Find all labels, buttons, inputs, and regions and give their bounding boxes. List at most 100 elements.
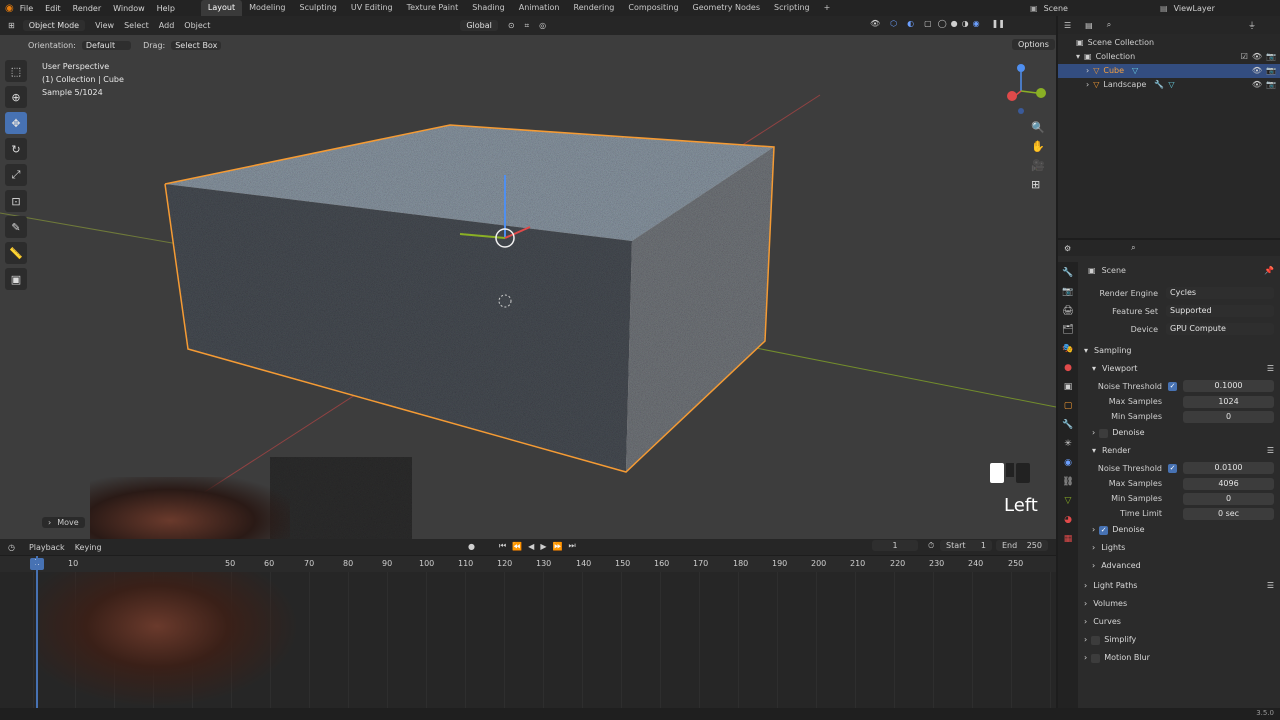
drag-dropdown[interactable]: Select Box [171,40,222,50]
viewport-noise-checkbox[interactable]: ✓ [1168,381,1177,391]
editor-type-icon[interactable]: ⊞ [8,21,15,30]
nav-y-axis-icon[interactable] [1036,88,1046,98]
data-tab-icon[interactable]: ▽ [1065,496,1072,506]
play-reverse-icon[interactable]: ◀ [528,542,534,551]
object-tab-icon[interactable]: ▢ [1064,401,1073,411]
scene-tab-icon[interactable]: 🎭 [1062,344,1073,354]
menu-select[interactable]: Select [124,21,149,30]
output-tab-icon[interactable]: 🖨 [1062,306,1073,316]
menu-file[interactable]: File [20,4,33,13]
simplify-panel[interactable]: › Simplify [1084,631,1274,649]
render-noise-checkbox[interactable]: ✓ [1168,463,1177,473]
menu-object[interactable]: Object [184,21,210,30]
zoom-icon[interactable]: 🔍 [1031,121,1045,134]
camera-view-icon[interactable]: 🎥 [1031,159,1045,172]
render-tab-icon[interactable]: 📷 [1062,287,1073,297]
particles-tab-icon[interactable]: ✳ [1064,439,1072,449]
tab-animation[interactable]: Animation [512,0,567,16]
jump-end-icon[interactable]: ⏭ [568,541,575,551]
search-icon[interactable]: ⌕ [1131,243,1135,253]
list-icon[interactable]: ☰ [1267,442,1274,460]
tab-shading[interactable]: Shading [465,0,512,16]
wireframe-shading-icon[interactable]: ◯ [938,19,947,28]
annotate-tool-icon[interactable]: ✎ [5,216,27,238]
orientation-dropdown[interactable]: Default [81,40,132,50]
advanced-subpanel[interactable]: › Advanced [1084,557,1274,575]
pan-hand-icon[interactable]: ✋ [1031,140,1045,153]
start-frame-field[interactable]: Start 1 [940,540,992,551]
render-denoise-checkbox[interactable]: ✓ [1099,525,1109,535]
checkbox-icon[interactable]: ☑ [1241,50,1248,64]
end-frame-field[interactable]: End 250 [996,540,1048,551]
chevron-right-icon[interactable]: › [1086,64,1089,78]
eye-icon[interactable]: 👁 [1252,64,1262,78]
options-dropdown[interactable]: Options [1012,39,1055,50]
add-workspace-button[interactable]: + [817,0,838,16]
measure-tool-icon[interactable]: 📏 [5,242,27,264]
menu-help[interactable]: Help [157,4,175,13]
xray-icon[interactable]: ▢ [924,19,932,28]
render-denoise-header[interactable]: › ✓ Denoise [1084,521,1274,539]
next-keyframe-icon[interactable]: ⏩ [552,542,562,551]
nav-neg-z-icon[interactable] [1018,108,1024,114]
perspective-grid-icon[interactable]: ⊞ [1031,178,1045,191]
tab-geometry-nodes[interactable]: Geometry Nodes [686,0,767,16]
chevron-right-icon[interactable]: › [1086,78,1089,92]
render-engine-dropdown[interactable]: Cycles [1166,287,1274,299]
menu-add[interactable]: Add [159,21,175,30]
motion-blur-panel[interactable]: › Motion Blur [1084,649,1274,667]
visibility-icon[interactable]: 👁 [870,19,880,28]
select-box-tool-icon[interactable]: ⬚ [5,60,27,82]
camera-icon[interactable]: 📷 [1266,78,1276,92]
scale-tool-icon[interactable]: ⤢ [5,164,27,186]
material-shading-icon[interactable]: ◑ [962,19,969,28]
timeline-editor-icon[interactable]: ◷ [8,543,15,552]
prev-keyframe-icon[interactable]: ⏪ [512,542,522,551]
view-layer-selector[interactable]: ▤ ViewLayer [1160,0,1215,16]
tab-uv-editing[interactable]: UV Editing [344,0,400,16]
world-tab-icon[interactable]: ● [1064,363,1072,373]
nav-x-axis-icon[interactable] [1007,91,1017,101]
pin-icon[interactable]: 📌 [1264,266,1274,275]
record-icon[interactable]: ● [468,542,475,551]
simplify-checkbox[interactable] [1091,635,1101,645]
filter-icon[interactable]: ⏚ [1248,20,1256,31]
viewport-max-field[interactable]: 1024 [1183,395,1274,408]
add-cube-tool-icon[interactable]: ▣ [5,268,27,290]
menu-edit[interactable]: Edit [45,4,61,13]
view-layer-tab-icon[interactable]: 🗂 [1062,325,1073,335]
menu-window[interactable]: Window [113,4,145,13]
collection-row[interactable]: ▾ ▣ Collection ☑ 👁 📷 [1058,50,1280,64]
tool-tab-icon[interactable]: 🔧 [1062,268,1073,278]
viewport-min-field[interactable]: 0 [1183,410,1274,423]
search-icon[interactable]: ⌕ [1107,20,1111,30]
playhead-line[interactable] [36,556,38,708]
tab-layout[interactable]: Layout [200,0,243,16]
nav-z-axis-icon[interactable] [1017,64,1025,72]
gizmo-icon[interactable]: ⬡ [890,19,897,28]
menu-view[interactable]: View [95,21,114,30]
properties-editor-icon[interactable]: ⚙ [1064,244,1071,253]
texture-tab-icon[interactable]: ▦ [1064,534,1073,544]
viewport-denoise-header[interactable]: › Denoise [1084,424,1274,442]
landscape-row[interactable]: › ▽ Landscape 🔧 ▽ 👁 📷 [1058,78,1280,92]
constraints-tab-icon[interactable]: ⛓ [1062,477,1073,487]
chevron-down-icon[interactable]: ▾ [1076,50,1080,64]
playback-menu[interactable]: Playback [29,543,65,552]
overlay-icon[interactable]: ◐ [907,19,914,28]
list-icon[interactable]: ☰ [1267,360,1274,378]
render-max-field[interactable]: 4096 [1183,477,1274,490]
list-icon[interactable]: ☰ [1267,577,1274,595]
transform-orientation-dropdown[interactable]: Global [460,20,498,31]
eye-icon[interactable]: 👁 [1252,78,1262,92]
display-mode-icon[interactable]: ▤ [1085,21,1093,30]
scene-collection-row[interactable]: ▣ Scene Collection [1058,36,1280,50]
rotate-tool-icon[interactable]: ↻ [5,138,27,160]
motion-blur-checkbox[interactable] [1091,653,1101,663]
viewport-noise-field[interactable]: 0.1000 [1183,380,1274,392]
last-operator-panel[interactable]: › Move [42,517,85,528]
stopwatch-icon[interactable]: ⏱ [928,541,934,551]
tab-modeling[interactable]: Modeling [242,0,292,16]
object-mode-dropdown[interactable]: Object Mode [22,20,86,31]
viewport-denoise-checkbox[interactable] [1099,428,1109,438]
